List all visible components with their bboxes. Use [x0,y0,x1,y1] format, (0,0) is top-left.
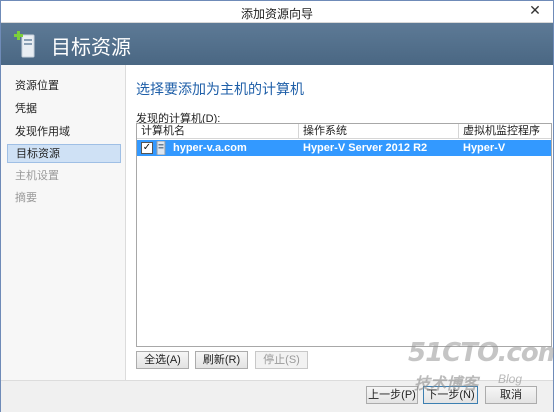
title-bar: 添加资源向导 ✕ [1,1,553,23]
server-add-icon [14,31,35,58]
wizard-window: 添加资源向导 ✕ 目标资源 资源位置 凭据 发现作用域 目标资源 主机设置 摘要… [0,0,554,412]
cancel-button[interactable]: 取消 [485,386,537,404]
stop-button: 停止(S) [255,351,308,369]
computer-name-cell: hyper-v.a.com [173,142,247,154]
discovered-computers-list[interactable]: 计算机名 操作系统 虚拟机监控程序 ✓ hyper-v.a.com Hyper-… [136,123,552,347]
server-icon [156,141,166,155]
sidebar-item-summary: 摘要 [15,192,37,204]
next-button[interactable]: 下一步(N) [423,386,478,404]
page-title: 目标资源 [51,37,131,59]
content-pane: 选择要添加为主机的计算机 发现的计算机(D): 计算机名 操作系统 虚拟机监控程… [126,65,553,380]
close-icon[interactable]: ✕ [523,1,547,19]
wizard-footer: 上一步(P) 下一步(N) 取消 [1,380,553,412]
wizard-steps-sidebar: 资源位置 凭据 发现作用域 目标资源 主机设置 摘要 [1,65,126,380]
row-checkbox[interactable]: ✓ [141,142,153,154]
window-title: 添加资源向导 [240,7,313,21]
sidebar-item-target-resources[interactable]: 目标资源 [7,144,121,163]
column-header-computer-name[interactable]: 计算机名 [137,124,299,139]
column-header-hypervisor[interactable]: 虚拟机监控程序 [459,124,551,139]
hypervisor-cell: Hyper-V [463,142,506,154]
table-row[interactable]: ✓ hyper-v.a.com Hyper-V Server 2012 R2 H… [137,140,551,156]
previous-button[interactable]: 上一步(P) [366,386,418,404]
column-header-os[interactable]: 操作系统 [299,124,459,139]
sidebar-item-resource-location[interactable]: 资源位置 [7,77,121,96]
select-all-button[interactable]: 全选(A) [136,351,189,369]
sidebar-item-discovery-scope[interactable]: 发现作用域 [7,123,121,142]
section-title: 选择要添加为主机的计算机 [136,81,304,97]
wizard-header: 目标资源 [1,23,553,65]
os-cell: Hyper-V Server 2012 R2 [303,142,428,154]
sidebar-item-credentials[interactable]: 凭据 [7,100,121,119]
refresh-button[interactable]: 刷新(R) [195,351,248,369]
sidebar-item-host-settings: 主机设置 [15,170,59,182]
